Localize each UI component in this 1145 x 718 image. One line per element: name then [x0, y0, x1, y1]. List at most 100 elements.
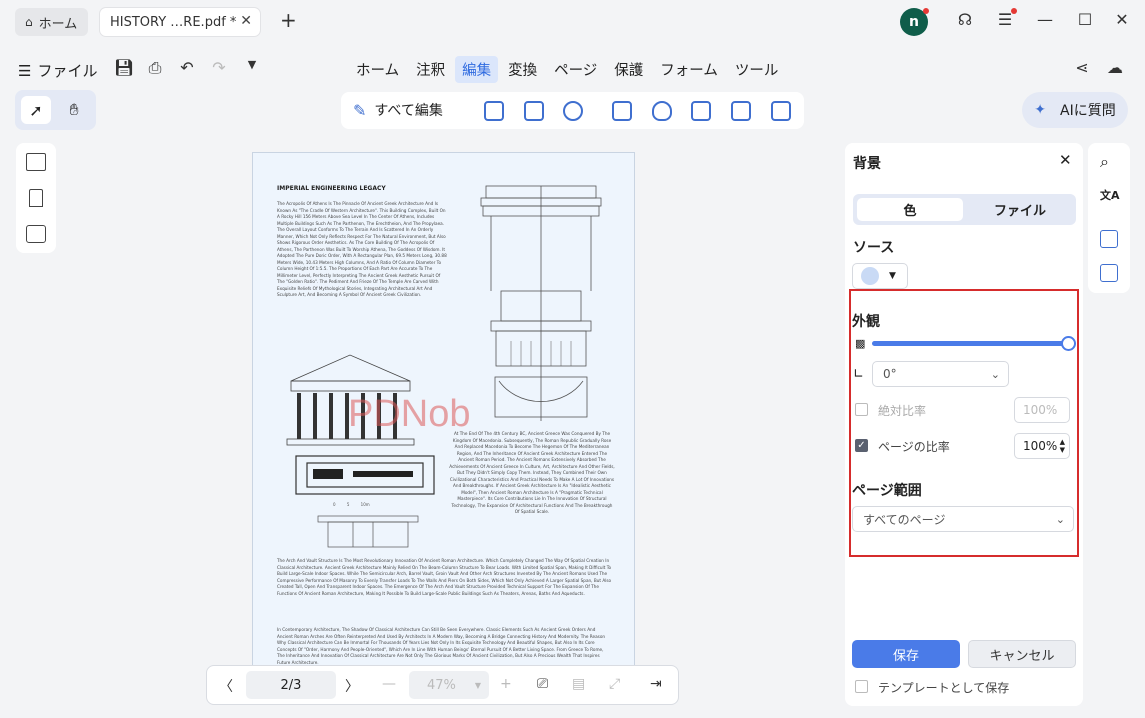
save-template-label: テンプレートとして保存	[878, 681, 1010, 695]
color-picker[interactable]: ▼	[852, 263, 908, 289]
add-link-icon[interactable]	[563, 101, 583, 121]
save-button[interactable]: 保存	[852, 640, 960, 668]
file-menu[interactable]: ☰ ファイル	[18, 60, 97, 81]
hand-tool-icon[interactable]: ✋︎	[59, 96, 89, 124]
left-sidebar	[16, 143, 56, 253]
zoom-in-icon[interactable]: +	[500, 676, 512, 692]
source-type-switch: 色 ファイル	[853, 194, 1076, 225]
ocr-icon[interactable]	[1100, 230, 1118, 248]
tab-document-label: HISTORY …RE.pdf *	[110, 14, 237, 30]
page-ratio-value: 100%	[1023, 439, 1058, 453]
absolute-ratio-input[interactable]: 100%	[1014, 397, 1070, 423]
zoom-select[interactable]: 47% ▼	[409, 671, 489, 699]
menu-convert[interactable]: 変換	[501, 56, 544, 83]
close-panel-icon[interactable]: ✕	[1059, 151, 1072, 169]
page-ratio-input[interactable]: 100% ▲ ▼	[1014, 433, 1070, 459]
undo-icon[interactable]: ↶	[177, 58, 197, 77]
watermark-icon[interactable]	[652, 101, 672, 121]
print-icon[interactable]: ⎙	[145, 58, 165, 78]
maximize-icon[interactable]: ☐	[1073, 10, 1097, 29]
page-navigation-bar: 〈 2/3 〉 — 47% ▼ + ⎚ ▤ ⤢ ⇥	[206, 665, 679, 705]
headset-icon[interactable]: ☊	[953, 10, 977, 29]
bookmark-icon[interactable]	[29, 189, 43, 207]
page-indicator: 2/3	[280, 677, 302, 693]
next-page-icon[interactable]: 〉	[345, 676, 359, 696]
hamburger-menu-icon[interactable]: ☰	[993, 8, 1017, 29]
tab-document[interactable]: HISTORY …RE.pdf * ✕	[100, 8, 260, 36]
menu-form[interactable]: フォーム	[653, 56, 725, 83]
page-number-input[interactable]: 2/3	[246, 671, 336, 699]
read-mode-icon[interactable]: ⎚	[537, 676, 548, 692]
save-template-checkbox[interactable]	[855, 680, 868, 693]
ask-ai-label: AIに質問	[1060, 103, 1116, 119]
menu-edit[interactable]: 編集	[455, 56, 499, 83]
cancel-button[interactable]: キャンセル	[968, 640, 1076, 668]
background-watermark: PDNob	[348, 393, 471, 435]
translate-icon[interactable]: 文A	[1100, 187, 1120, 203]
rotation-select[interactable]: 0° ⌄	[872, 361, 1009, 387]
rotation-icon: ∟	[853, 367, 864, 382]
notification-dot	[923, 8, 929, 14]
pdf-page[interactable]: IMPERIAL ENGINEERING LEGACY The Acropoli…	[252, 152, 635, 666]
thumbnails-icon[interactable]	[26, 153, 46, 171]
add-text-icon[interactable]	[484, 101, 504, 121]
edit-all-button[interactable]: ✎ すべて編集	[353, 100, 443, 120]
close-window-icon[interactable]: ✕	[1110, 10, 1134, 29]
title-bar: ⌂ ホーム HISTORY …RE.pdf * ✕ + n ☊ ☰ — ☐ ✕	[0, 0, 1145, 44]
previous-page-icon[interactable]: 〈	[219, 676, 233, 696]
menu-tools[interactable]: ツール	[728, 56, 786, 83]
upload-cloud-icon[interactable]: ☁	[1105, 58, 1125, 77]
scale-label-10m: 10m	[360, 502, 370, 507]
appearance-label: 外観	[852, 314, 880, 330]
zoom-value: 47%	[427, 677, 456, 693]
opacity-icon: ▩	[855, 337, 866, 350]
cursor-tools: ➚ ✋︎	[15, 90, 96, 130]
menu-protect[interactable]: 保護	[607, 56, 650, 83]
chevron-down-icon: ▼	[889, 271, 896, 281]
background-icon[interactable]	[691, 101, 711, 121]
minimize-icon[interactable]: —	[1033, 10, 1057, 29]
fit-page-icon[interactable]: ▤	[572, 676, 585, 692]
opacity-slider-handle[interactable]	[1061, 336, 1076, 351]
page-range-select[interactable]: すべてのページ ⌄	[852, 506, 1074, 532]
page-ratio-label: ページの比率	[878, 440, 950, 454]
page-ratio-checkbox[interactable]: ✓	[855, 439, 868, 452]
header-footer-icon[interactable]	[731, 101, 751, 121]
tab-home[interactable]: ⌂ ホーム	[15, 8, 88, 36]
close-tab-icon[interactable]: ✕	[240, 13, 252, 29]
chevron-down-icon: ⌄	[1055, 512, 1065, 526]
tab-file[interactable]: ファイル	[967, 198, 1073, 221]
ask-ai-button[interactable]: ✦ AIに質問	[1022, 92, 1128, 128]
absolute-ratio-label: 絶対比率	[878, 404, 927, 418]
tab-color[interactable]: 色	[857, 198, 963, 221]
menu-annotate[interactable]: 注釈	[409, 56, 452, 83]
screenshot-icon[interactable]	[1100, 264, 1118, 282]
color-swatch	[861, 267, 879, 285]
menu-home[interactable]: ホーム	[349, 56, 406, 83]
absolute-ratio-value: 100%	[1023, 403, 1058, 417]
menu-page[interactable]: ページ	[547, 56, 604, 83]
collapse-panel-icon[interactable]: ⇥	[650, 676, 662, 692]
add-image-icon[interactable]	[524, 101, 544, 121]
share-icon[interactable]: ⋖	[1072, 58, 1092, 77]
bates-number-icon[interactable]	[771, 101, 791, 121]
comment-icon[interactable]	[26, 225, 46, 243]
avatar[interactable]: n	[900, 8, 929, 36]
save-icon[interactable]: 💾︎	[114, 58, 134, 77]
opacity-slider[interactable]	[872, 341, 1068, 346]
rotation-value: 0°	[883, 367, 897, 381]
zoom-out-icon[interactable]: —	[382, 676, 396, 692]
main-menu: ホーム 注釈 編集 変換 ページ 保護 フォーム ツール	[349, 56, 788, 83]
menu-lines-icon: ☰	[18, 61, 32, 80]
page-range-value: すべてのページ	[863, 512, 946, 527]
add-tab-icon[interactable]: +	[280, 8, 297, 32]
absolute-ratio-checkbox[interactable]	[855, 403, 868, 416]
dropdown-arrow-icon[interactable]: ▼	[242, 58, 262, 71]
scale-label-0: 0	[333, 502, 336, 507]
fullscreen-icon[interactable]: ⤢	[609, 676, 620, 692]
stepper-icon[interactable]: ▲ ▼	[1060, 438, 1065, 454]
search-icon[interactable]: ⌕	[1100, 152, 1109, 172]
redo-icon[interactable]: ↷	[209, 58, 229, 77]
crop-icon[interactable]	[612, 101, 632, 121]
select-cursor-icon[interactable]: ➚	[21, 96, 51, 124]
